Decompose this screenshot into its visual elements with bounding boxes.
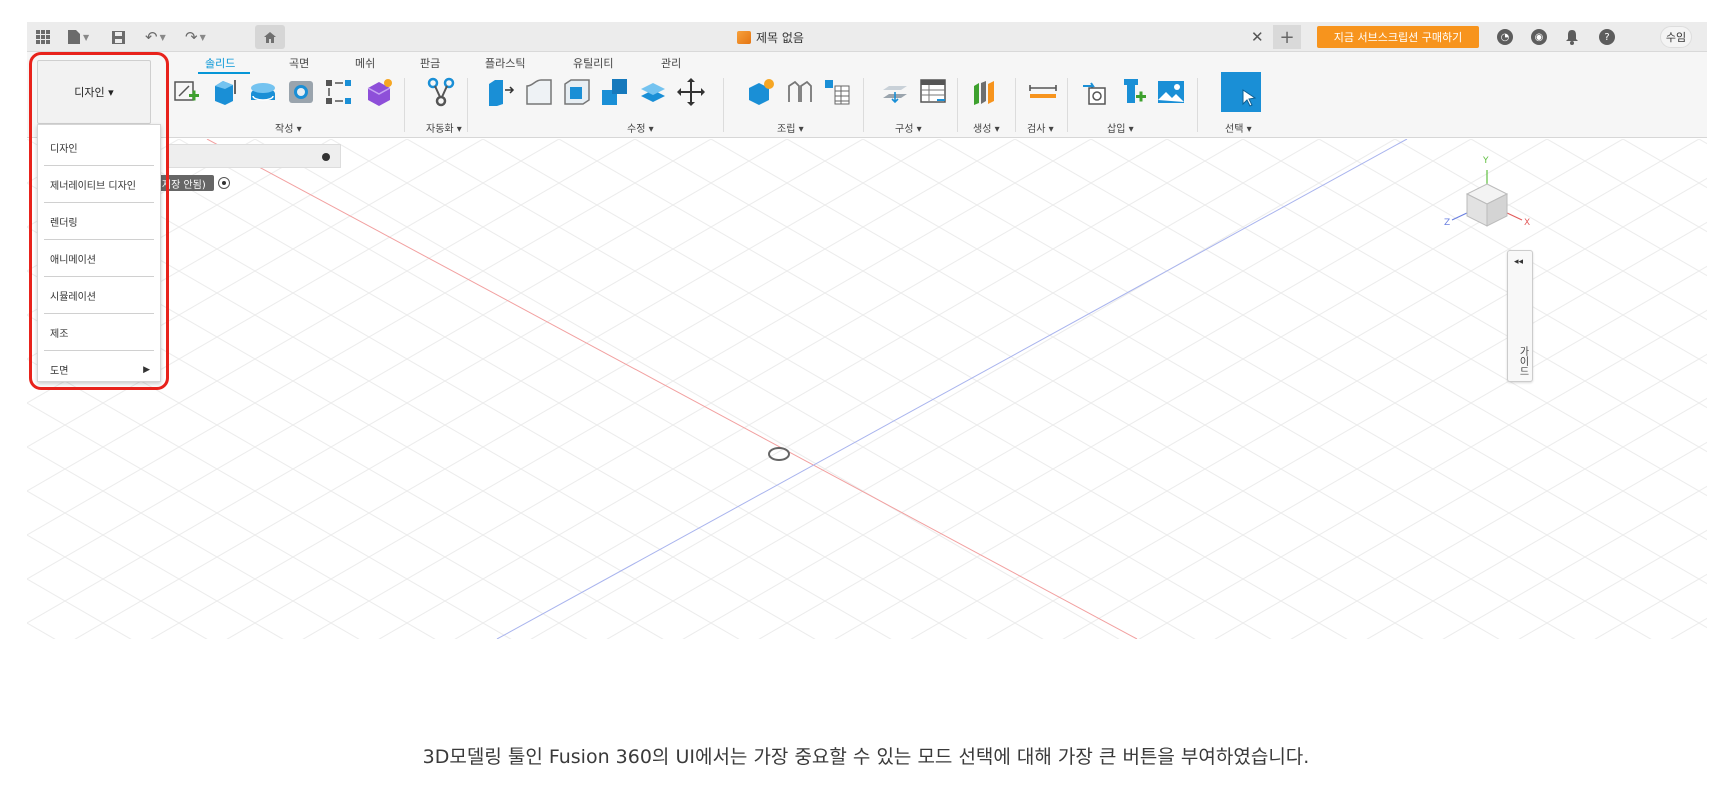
caption-text: 3D모델링 툴인 Fusion 360의 UI에서는 가장 중요할 수 있는 모… bbox=[422, 746, 1310, 768]
group-label-automate[interactable]: 자동화 ▾ bbox=[426, 120, 462, 135]
view-cube[interactable]: Y X Z bbox=[1442, 156, 1532, 252]
group-separator bbox=[1015, 78, 1016, 132]
select-icon[interactable] bbox=[1221, 72, 1261, 112]
bom-icon[interactable] bbox=[819, 74, 855, 110]
close-tab-icon[interactable]: ✕ bbox=[1251, 28, 1264, 46]
group-label-construct[interactable]: 구성 ▾ bbox=[895, 120, 922, 135]
group-separator bbox=[723, 78, 724, 132]
group-label-modify[interactable]: 수정 ▾ bbox=[627, 120, 654, 135]
tab-solid[interactable]: 솔리드 bbox=[205, 55, 235, 71]
extrude-icon[interactable] bbox=[207, 74, 243, 110]
combine-icon[interactable] bbox=[597, 74, 633, 110]
submenu-arrow-icon: ▶ bbox=[143, 364, 150, 375]
redo-icon[interactable]: ↷ ▼ bbox=[185, 28, 206, 46]
mode-item-animation[interactable]: 애니메이션 bbox=[44, 240, 154, 277]
group-label-generate[interactable]: 생성 ▾ bbox=[973, 120, 1000, 135]
automate-icon[interactable] bbox=[423, 74, 459, 110]
create-sketch-icon[interactable] bbox=[169, 74, 205, 110]
undo-icon[interactable]: ↶ ▼ bbox=[145, 28, 166, 46]
mode-item-label: 시뮬레이션 bbox=[50, 291, 96, 303]
subscribe-button[interactable]: 지금 서브스크립션 구매하기 bbox=[1317, 26, 1479, 48]
mode-item-manufacture[interactable]: 제조 bbox=[44, 314, 154, 351]
guide-panel[interactable]: ◂◂ 가이드 bbox=[1507, 250, 1533, 382]
mode-item-generative-design[interactable]: 제너레이티브 디자인 bbox=[44, 166, 154, 203]
group-separator bbox=[467, 78, 468, 132]
group-label-create[interactable]: 작성 ▾ bbox=[275, 120, 302, 135]
new-tab-button[interactable]: + bbox=[1273, 25, 1301, 49]
save-icon[interactable] bbox=[111, 28, 126, 46]
help-icon[interactable]: ? bbox=[1599, 29, 1615, 45]
insert-derive-icon[interactable] bbox=[1077, 74, 1113, 110]
create-form-icon[interactable] bbox=[361, 74, 397, 110]
generate-icon[interactable] bbox=[967, 74, 1003, 110]
construct-table-icon[interactable] bbox=[915, 74, 951, 110]
canvas-image-icon[interactable] bbox=[1153, 74, 1189, 110]
file-menu-icon[interactable]: ▼ bbox=[67, 28, 89, 46]
axis-label-z: Z bbox=[1444, 218, 1451, 228]
tab-surface[interactable]: 곡면 bbox=[289, 55, 309, 71]
online-status-icon[interactable]: ◉ bbox=[1531, 29, 1547, 45]
fusion-window: ▼ ↶ ▼ ↷ ▼ 제목 없음 ✕ + 지금 서브스크립션 구매하기 ◔ ◉ ? 수… bbox=[27, 22, 1707, 710]
browser-pin-icon[interactable] bbox=[322, 153, 330, 161]
group-label-assemble[interactable]: 조립 ▾ bbox=[777, 120, 804, 135]
mode-item-label: 디자인 bbox=[50, 143, 78, 155]
document-title: 제목 없음 bbox=[737, 29, 804, 46]
offset-plane-icon[interactable] bbox=[877, 74, 913, 110]
insert-mcmaster-icon[interactable] bbox=[1115, 74, 1151, 110]
axis-label-x: X bbox=[1524, 218, 1531, 228]
workspace-mode-button[interactable]: 디자인 ▾ bbox=[37, 60, 151, 124]
measure-icon[interactable] bbox=[1025, 74, 1061, 110]
mode-item-label: 제너레이티브 디자인 bbox=[50, 180, 136, 192]
group-separator bbox=[1197, 78, 1198, 132]
move-copy-icon[interactable] bbox=[673, 74, 709, 110]
group-separator bbox=[957, 78, 958, 132]
group-label-inspect[interactable]: 검사 ▾ bbox=[1027, 120, 1054, 135]
workspace-mode-menu: 디자인 제너레이티브 디자인 렌더링 애니메이션 시뮬레이션 제조 도면 ▶ bbox=[37, 124, 161, 382]
new-component-icon[interactable] bbox=[743, 74, 779, 110]
tab-plastic[interactable]: 플라스틱 bbox=[485, 55, 525, 71]
mode-item-label: 제조 bbox=[50, 328, 69, 340]
tab-manage[interactable]: 관리 bbox=[661, 55, 681, 71]
job-status-icon[interactable]: ◔ bbox=[1497, 29, 1513, 45]
press-pull-icon[interactable] bbox=[483, 74, 519, 110]
hole-icon[interactable] bbox=[283, 74, 319, 110]
document-title-text: 제목 없음 bbox=[756, 31, 804, 45]
group-separator bbox=[863, 78, 864, 132]
joint-icon[interactable] bbox=[781, 74, 817, 110]
mode-item-simulation[interactable]: 시뮬레이션 bbox=[44, 277, 154, 314]
group-label-insert[interactable]: 삽입 ▾ bbox=[1107, 120, 1134, 135]
notification-bell-icon[interactable] bbox=[1565, 28, 1579, 46]
group-label-select[interactable]: 선택 ▾ bbox=[1225, 120, 1252, 135]
axis-label-y: Y bbox=[1483, 156, 1489, 166]
group-separator bbox=[404, 78, 405, 132]
user-avatar[interactable]: 수임 bbox=[1660, 26, 1692, 48]
document-cube-icon bbox=[737, 31, 751, 44]
shell-icon[interactable] bbox=[559, 74, 595, 110]
group-separator bbox=[1067, 78, 1068, 132]
guide-label: 가이드 bbox=[1517, 346, 1528, 376]
mode-item-label: 렌더링 bbox=[50, 217, 78, 229]
ribbon-toolbar: 솔리드 곡면 메쉬 판금 플라스틱 유틸리티 관리 작성 ▾ 자동화 ▾ 수정 … bbox=[27, 52, 1707, 138]
mode-item-label: 도면 bbox=[50, 366, 69, 377]
mode-item-label: 애니메이션 bbox=[50, 254, 96, 266]
tab-sheet-metal[interactable]: 판금 bbox=[420, 55, 440, 71]
browser-panel-header[interactable] bbox=[167, 144, 341, 168]
tab-mesh[interactable]: 메쉬 bbox=[355, 55, 375, 71]
fillet-icon[interactable] bbox=[521, 74, 557, 110]
tab-utilities[interactable]: 유틸리티 bbox=[573, 55, 613, 71]
visibility-radio-icon[interactable] bbox=[218, 177, 230, 189]
revolve-icon[interactable] bbox=[245, 74, 281, 110]
home-icon[interactable] bbox=[255, 25, 285, 49]
mode-item-drawing[interactable]: 도면 ▶ bbox=[44, 351, 154, 388]
app-grid-icon[interactable] bbox=[35, 28, 51, 46]
collapse-icon[interactable]: ◂◂ bbox=[1514, 257, 1523, 267]
rectangular-pattern-icon[interactable] bbox=[321, 74, 357, 110]
mode-item-render[interactable]: 렌더링 bbox=[44, 203, 154, 240]
mode-item-design[interactable]: 디자인 bbox=[44, 129, 154, 166]
title-bar: ▼ ↶ ▼ ↷ ▼ 제목 없음 ✕ + 지금 서브스크립션 구매하기 ◔ ◉ ? 수… bbox=[27, 22, 1707, 52]
offset-face-icon[interactable] bbox=[635, 74, 671, 110]
